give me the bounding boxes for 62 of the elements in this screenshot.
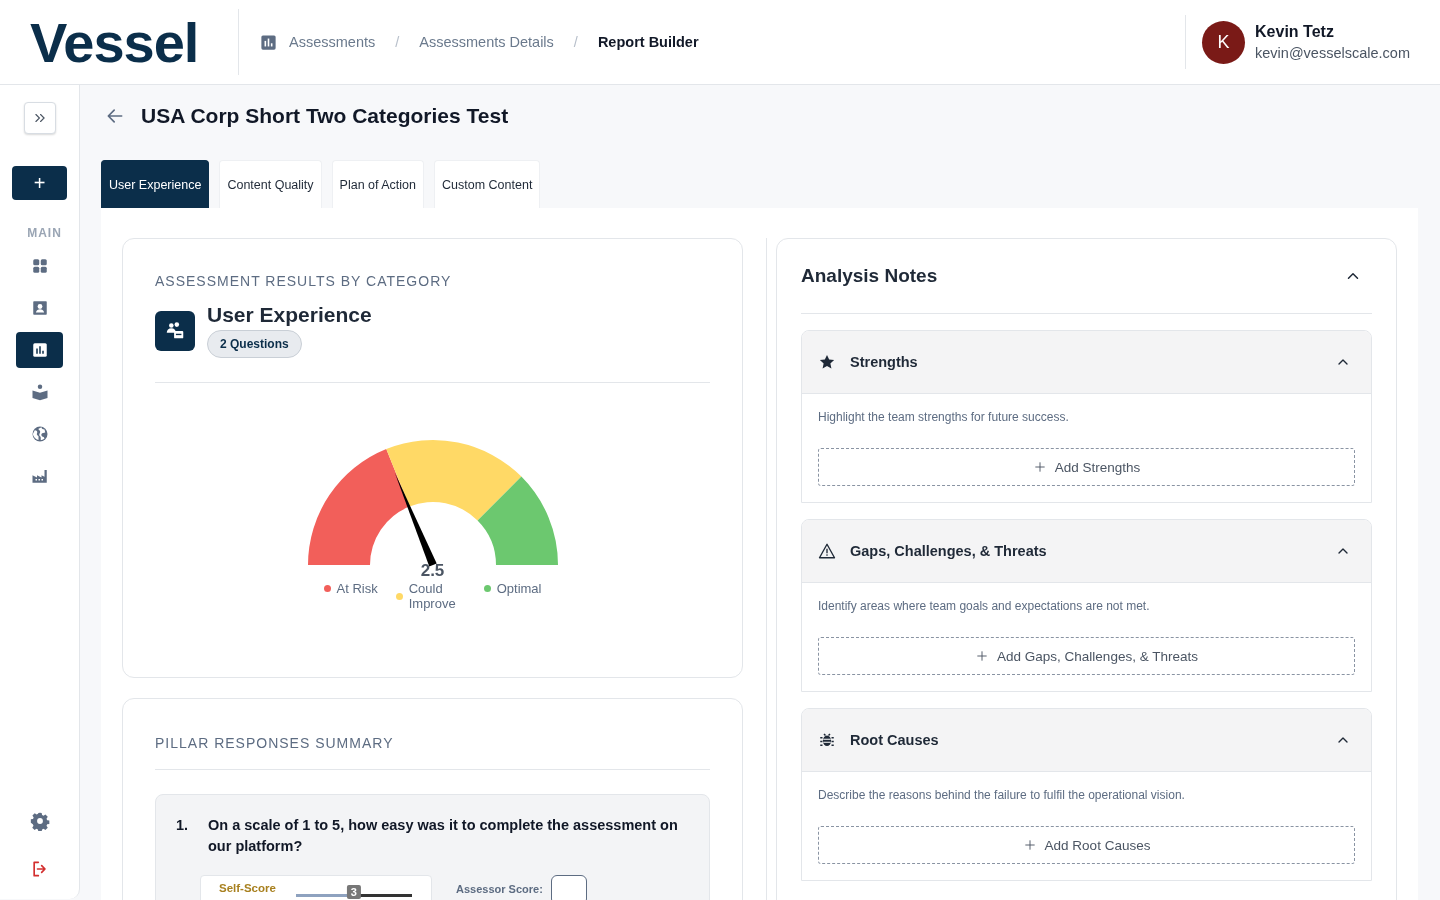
- section-header[interactable]: Root Causes: [802, 709, 1371, 772]
- contact-card-icon: [30, 299, 49, 317]
- user-name: Kevin Tetz: [1255, 23, 1335, 41]
- breadcrumb-separator: /: [573, 34, 578, 50]
- section-description: Identify areas where team goals and expectations are not met.: [818, 599, 1151, 613]
- breadcrumb-link[interactable]: Assessments: [289, 34, 376, 50]
- bar-chart-icon: [30, 341, 49, 359]
- section-heading: PILLAR RESPONSES SUMMARY: [155, 735, 710, 770]
- score-slider[interactable]: 3: [295, 885, 412, 900]
- expand-button[interactable]: [23, 102, 56, 134]
- settings-icon[interactable]: [29, 811, 50, 831]
- tab[interactable]: Custom Content: [434, 160, 541, 208]
- section-heading: ASSESSMENT RESULTS BY CATEGORY: [155, 273, 453, 289]
- breadcrumb-link[interactable]: Report Builder: [597, 34, 699, 50]
- slider-thumb[interactable]: 3: [346, 885, 361, 899]
- question-count: 2 Questions: [207, 330, 302, 358]
- chevrons-right-icon: [32, 111, 47, 125]
- gauge-reading: 2.5: [420, 561, 445, 581]
- star-icon: [818, 353, 836, 371]
- section-description: Highlight the team strengths for future success.: [818, 410, 1070, 424]
- tab[interactable]: Plan of Action: [331, 160, 425, 208]
- assessor-score-field[interactable]: [550, 875, 587, 900]
- user-email: kevin@vesselscale.com: [1255, 45, 1410, 61]
- legend-label: Could Improve: [408, 581, 457, 611]
- category-title: User Experience: [207, 303, 372, 327]
- breadcrumb-separator: /: [395, 34, 400, 50]
- add-note-button[interactable]: Add Strengths: [818, 448, 1355, 486]
- reader-icon: [30, 383, 49, 401]
- globe-icon: [30, 425, 49, 443]
- question-number: 1.: [176, 816, 190, 835]
- legend-label: Optimal: [496, 581, 542, 596]
- section-header[interactable]: Gaps, Challenges, & Threats: [802, 520, 1371, 583]
- sidebar-item[interactable]: [16, 332, 63, 368]
- factory-icon: [30, 467, 49, 485]
- section-title: Gaps, Challenges, & Threats: [850, 543, 1048, 559]
- add-button[interactable]: +: [12, 166, 67, 200]
- user-avatar[interactable]: K: [1202, 20, 1246, 64]
- back-arrow-icon[interactable]: [105, 106, 125, 126]
- self-score-label: Self-Score: [219, 882, 276, 896]
- section-label: MAIN: [27, 226, 62, 240]
- bar-chart-icon: [259, 32, 278, 52]
- question-text: On a scale of 1 to 5, how easy was it to complete the assessment on our platform?: [208, 816, 679, 856]
- logo: Vessel: [0, 9, 239, 75]
- grid-icon: [30, 257, 49, 275]
- plus-icon: [1032, 460, 1047, 474]
- plus-icon: [1022, 838, 1037, 852]
- warning-icon: [818, 542, 836, 560]
- section-title: Root Causes: [850, 732, 940, 748]
- assessor-score-label: Assessor Score:: [456, 883, 543, 895]
- tab[interactable]: User Experience: [101, 160, 210, 208]
- legend-label: At Risk: [336, 581, 378, 596]
- section-header[interactable]: Strengths: [802, 331, 1371, 394]
- page-title: USA Corp Short Two Categories Test: [141, 104, 509, 128]
- tab[interactable]: Content Quality: [219, 160, 322, 208]
- bug-icon: [818, 731, 836, 749]
- add-note-button[interactable]: Add Gaps, Challenges, & Threats: [818, 637, 1355, 675]
- plus-icon: [975, 649, 990, 663]
- breadcrumb-link[interactable]: Assessments Details: [419, 34, 554, 50]
- section-title: Strengths: [850, 354, 919, 370]
- card-title: Analysis Notes: [801, 265, 938, 287]
- add-note-button[interactable]: Add Root Causes: [818, 826, 1355, 864]
- section-description: Describe the reasons behind the failure to fulfil the operational vision.: [818, 788, 1186, 802]
